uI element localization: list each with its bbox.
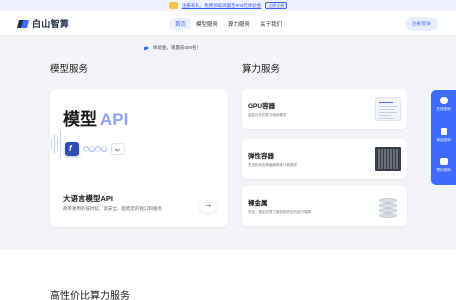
sidebar-item-label: 电话咨询 — [436, 138, 451, 142]
sidebar-item-label: 在线咨询 — [436, 107, 451, 111]
model-api-hero: 模型 API — [63, 105, 128, 130]
logo-mark-icon — [17, 18, 29, 30]
nav-item-compute-services[interactable]: 算力服务 — [223, 18, 255, 30]
section-title-model: 模型服务 — [50, 64, 89, 75]
waveform-icon — [83, 146, 107, 152]
compute-card-desc: 高性价比的算卡租用服务 — [248, 113, 287, 117]
sidebar-item-phone-consult[interactable]: 电话咨询 — [431, 128, 456, 143]
compute-card-elastic-container[interactable]: 弹性容器 灵活的动态伸缩和精准计费服务 — [242, 139, 407, 179]
console-screenshot-icon — [375, 97, 401, 121]
floating-contact-sidebar: 在线咨询 电话咨询 预约咨询 — [431, 90, 456, 185]
nav-item-about-us[interactable]: 关于我们 — [255, 18, 287, 30]
section-title-compute: 算力服务 — [242, 64, 281, 75]
phone-icon — [440, 128, 447, 135]
promo-banner: 注册有礼，免费领取高额至800元体验金 立即注册 — [0, 0, 456, 11]
section-title-value-compute: 高性价比算力服务 — [50, 291, 130, 300]
model-card-desc: 简单易用的低时延、高安全、超稳定的接口和服务 — [63, 206, 162, 211]
sidebar-item-online-consult[interactable]: 在线咨询 — [431, 97, 456, 112]
compute-card-title: 裸金属 — [248, 200, 268, 207]
top-navbar: 白山智算 首页 模型服务 算力服务 关于我们 注册/登录 — [0, 11, 456, 36]
notice-bar[interactable]: 体验金，限量前500名！ — [144, 45, 201, 51]
hero-text-model: 模型 — [63, 110, 97, 129]
api-chip-icon: api — [111, 143, 125, 155]
brand-name: 白山智算 — [32, 19, 70, 29]
hero-text-api: API — [100, 110, 129, 129]
model-illustration: f api — [65, 142, 125, 156]
compute-card-gpu-container[interactable]: GPU容器 高性价比的算卡租用服务 — [242, 89, 407, 129]
model-card-title: 大语言模型API — [63, 194, 114, 203]
compute-card-title: 弹性容器 — [248, 153, 274, 160]
model-logo-icon: f — [65, 142, 79, 156]
gift-icon — [168, 2, 178, 9]
compute-card-title: GPU容器 — [248, 103, 276, 110]
disk-stack-icon — [375, 194, 401, 218]
compute-card-bare-metal[interactable]: 裸金属 安全、稳定的算力服务和完全的运行保障 — [242, 186, 407, 226]
megaphone-icon — [144, 45, 150, 51]
register-now-button[interactable]: 立即注册 — [265, 2, 288, 9]
sidebar-item-book-consult[interactable]: 预约咨询 — [431, 158, 456, 173]
nav-item-home[interactable]: 首页 — [170, 18, 192, 30]
nav-menu: 首页 模型服务 算力服务 关于我们 — [170, 18, 287, 30]
login-register-button[interactable]: 注册/登录 — [404, 17, 438, 31]
brand-logo[interactable]: 白山智算 — [17, 17, 69, 30]
promo-link[interactable]: 注册有礼，免费领取高额至800元体验金 — [182, 3, 262, 9]
calendar-icon — [439, 158, 448, 165]
model-card-arrow-button[interactable]: → — [199, 195, 217, 213]
signal-bars-icon — [51, 131, 61, 157]
notice-text: 体验金，限量前500名！ — [153, 45, 202, 50]
compute-card-desc: 安全、稳定的算力服务和完全的运行保障 — [248, 210, 311, 214]
chat-bubble-icon — [439, 97, 448, 104]
server-rack-icon — [375, 147, 401, 171]
sidebar-item-label: 预约咨询 — [436, 168, 451, 172]
compute-card-desc: 灵活的动态伸缩和精准计费服务 — [248, 163, 297, 167]
nav-item-model-services[interactable]: 模型服务 — [191, 18, 223, 30]
